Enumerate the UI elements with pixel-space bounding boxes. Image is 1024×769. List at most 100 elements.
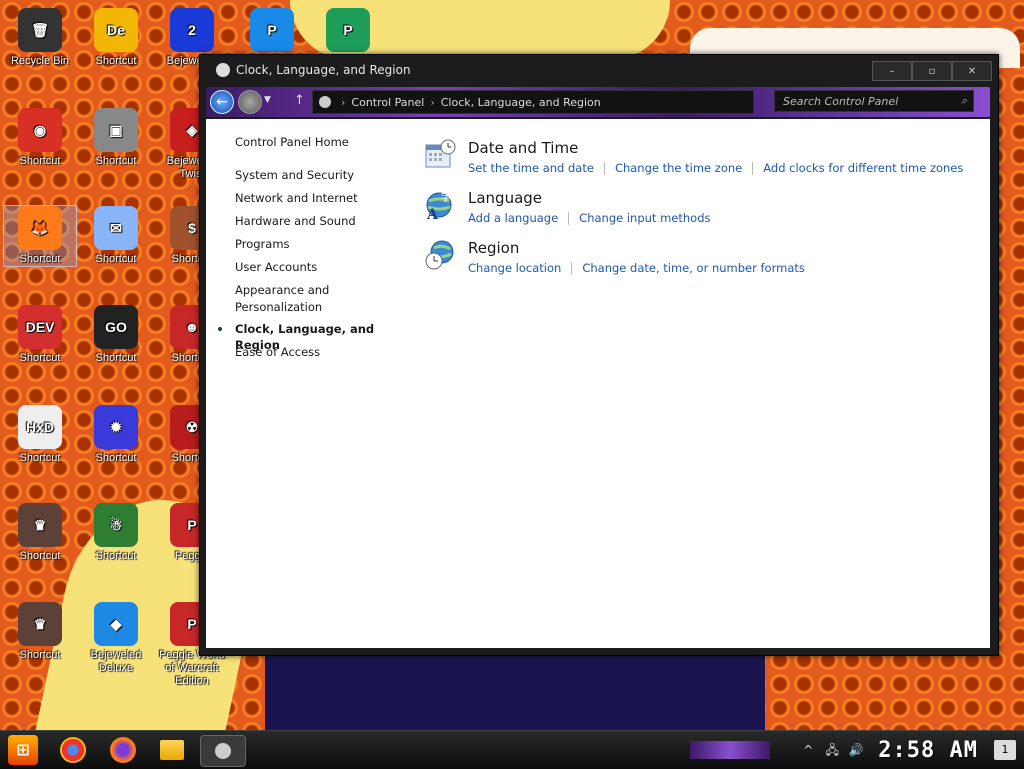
shortcut-icon: ♛ xyxy=(18,602,62,646)
control-panel-icon xyxy=(216,63,230,77)
desktop-icon[interactable]: De Shortcut xyxy=(80,8,152,68)
category-links: Add a language Change input methods xyxy=(468,211,711,225)
shortcut-icon: ▣ xyxy=(94,108,138,152)
current-page-bullet xyxy=(218,327,222,331)
sidebar-item-user-accounts[interactable]: User Accounts xyxy=(235,259,317,275)
desktop-icon[interactable]: HxD Shortcut xyxy=(4,405,76,465)
link-add-clocks[interactable]: Add clocks for different time zones xyxy=(763,161,963,175)
chrome-taskbar-icon[interactable] xyxy=(60,737,86,763)
shortcut-icon: 🦊 xyxy=(18,206,62,250)
recent-pages-chevron-icon[interactable]: ▼ xyxy=(264,95,271,105)
control-panel-icon xyxy=(215,743,231,759)
control-panel-window: Clock, Language, and Region – ▫ ✕ ← ▼ ↑ … xyxy=(199,54,999,656)
search-icon[interactable]: ⌕ xyxy=(961,94,967,108)
sidebar-item-programs[interactable]: Programs xyxy=(235,236,290,252)
control-panel-taskbar-button[interactable] xyxy=(200,735,246,767)
calendar-clock-icon[interactable] xyxy=(424,139,456,171)
search-placeholder: Search Control Panel xyxy=(783,94,899,108)
shortcut-icon: ♛ xyxy=(18,503,62,547)
start-button[interactable]: ⊞ xyxy=(8,735,38,765)
link-divider xyxy=(568,212,570,225)
category-title[interactable]: Date and Time xyxy=(468,139,578,157)
close-button[interactable]: ✕ xyxy=(952,61,992,81)
notification-count: 1 xyxy=(1001,743,1009,756)
desktop-icon[interactable]: 🗑 Recycle Bin xyxy=(4,8,76,68)
desktop-icon-label: Bejeweled Deluxe xyxy=(90,649,142,674)
link-change-formats[interactable]: Change date, time, or number formats xyxy=(582,261,805,275)
search-input[interactable]: Search Control Panel ⌕ xyxy=(774,90,974,112)
desktop-icon[interactable]: ♛ Shortcut xyxy=(4,602,76,662)
sidebar-item-appearance-line2[interactable]: Personalization xyxy=(235,299,322,315)
show-hidden-icons-chevron-icon[interactable]: ^ xyxy=(800,743,816,757)
network-icon[interactable]: 🖧 xyxy=(824,743,840,757)
desktop-icon[interactable]: ✹ Shortcut xyxy=(80,405,152,465)
desktop-icon[interactable]: ◆ Bejeweled Deluxe xyxy=(80,602,152,675)
window-controls: – ▫ ✕ xyxy=(872,61,992,81)
shortcut-icon: De xyxy=(94,8,138,52)
desktop-icon[interactable]: ☃ Shortcut xyxy=(80,503,152,563)
desktop-icon-label: Shortcut xyxy=(95,55,137,67)
link-change-input-methods[interactable]: Change input methods xyxy=(579,211,710,225)
back-button[interactable]: ← xyxy=(210,90,234,114)
shortcut-icon: 2 xyxy=(170,8,214,52)
breadcrumb-separator: › xyxy=(430,95,435,109)
sidebar-item-hardware[interactable]: Hardware and Sound xyxy=(235,213,356,229)
desktop-icon[interactable]: ▣ Shortcut xyxy=(80,108,152,168)
shortcut-icon: ✉ xyxy=(94,206,138,250)
desktop-icon[interactable]: 🦊 Shortcut xyxy=(3,205,77,267)
desktop-icon[interactable]: ♛ Shortcut xyxy=(4,503,76,563)
desktop-icon[interactable]: ✉ Shortcut xyxy=(80,206,152,266)
category-title[interactable]: Region xyxy=(468,239,519,257)
breadcrumb-current[interactable]: Clock, Language, and Region xyxy=(441,96,601,109)
taskbar: ⊞ ^ 🖧 🔊 2:58 AM 1 xyxy=(0,730,1024,769)
window-title: Clock, Language, and Region xyxy=(236,63,411,77)
link-change-location[interactable]: Change location xyxy=(468,261,561,275)
desktop-icon[interactable]: DEV Shortcut xyxy=(4,305,76,365)
notification-center-icon[interactable]: 1 xyxy=(994,740,1016,760)
file-explorer-taskbar-icon[interactable] xyxy=(160,740,184,760)
link-add-language[interactable]: Add a language xyxy=(468,211,558,225)
minimize-button[interactable]: – xyxy=(872,61,912,81)
forward-button[interactable] xyxy=(238,90,262,114)
link-divider xyxy=(571,262,573,275)
sidebar-item-appearance[interactable]: Appearance and xyxy=(235,282,329,298)
desktop-icon-label: Shortcut xyxy=(19,550,61,562)
firefox-taskbar-icon[interactable] xyxy=(110,737,136,763)
link-change-time-zone[interactable]: Change the time zone xyxy=(615,161,742,175)
taskbar-clock[interactable]: 2:58 AM xyxy=(878,738,978,763)
shortcut-icon: ☃ xyxy=(94,503,138,547)
shortcut-icon: ◉ xyxy=(18,108,62,152)
link-divider xyxy=(603,162,605,175)
region-globe-clock-icon[interactable] xyxy=(424,239,456,271)
sidebar-item-home[interactable]: Control Panel Home xyxy=(235,134,349,150)
shortcut-icon: P xyxy=(250,8,294,52)
sidebar-item-network[interactable]: Network and Internet xyxy=(235,190,358,206)
svg-text:字: 字 xyxy=(441,191,451,204)
shortcut-icon: 🗑 xyxy=(18,8,62,52)
up-button[interactable]: ↑ xyxy=(294,93,305,108)
sidebar-item-ease-of-access[interactable]: Ease of Access xyxy=(235,344,320,360)
shortcut-icon: DEV xyxy=(18,305,62,349)
system-tray: ^ 🖧 🔊 2:58 AM 1 xyxy=(796,731,1024,769)
category-title[interactable]: Language xyxy=(468,189,542,207)
desktop-icon-label: Shortcut xyxy=(95,550,137,562)
link-divider xyxy=(752,162,754,175)
desktop-icon-label: Recycle Bin xyxy=(10,55,70,67)
desktop-icon-label: Shortcut xyxy=(19,352,61,364)
link-set-time-date[interactable]: Set the time and date xyxy=(468,161,594,175)
desktop-icon-label: Shortcut xyxy=(95,253,137,265)
maximize-button[interactable]: ▫ xyxy=(912,61,952,81)
category-links: Change location Change date, time, or num… xyxy=(468,261,805,275)
address-bar[interactable]: › Control Panel › Clock, Language, and R… xyxy=(312,90,754,114)
desktop-icon[interactable]: GO Shortcut xyxy=(80,305,152,365)
breadcrumb-separator: › xyxy=(341,95,346,109)
sidebar-item-system-security[interactable]: System and Security xyxy=(235,167,354,183)
desktop-icon-label: Shortcut xyxy=(19,155,61,167)
desktop-icon[interactable]: ◉ Shortcut xyxy=(4,108,76,168)
wallpaper-scene xyxy=(265,650,765,730)
breadcrumb-control-panel[interactable]: Control Panel xyxy=(351,96,424,109)
category-links: Set the time and date Change the time zon… xyxy=(468,161,963,175)
language-globe-icon[interactable]: A 字 xyxy=(424,189,456,221)
shortcut-icon: GO xyxy=(94,305,138,349)
volume-icon[interactable]: 🔊 xyxy=(848,743,864,757)
